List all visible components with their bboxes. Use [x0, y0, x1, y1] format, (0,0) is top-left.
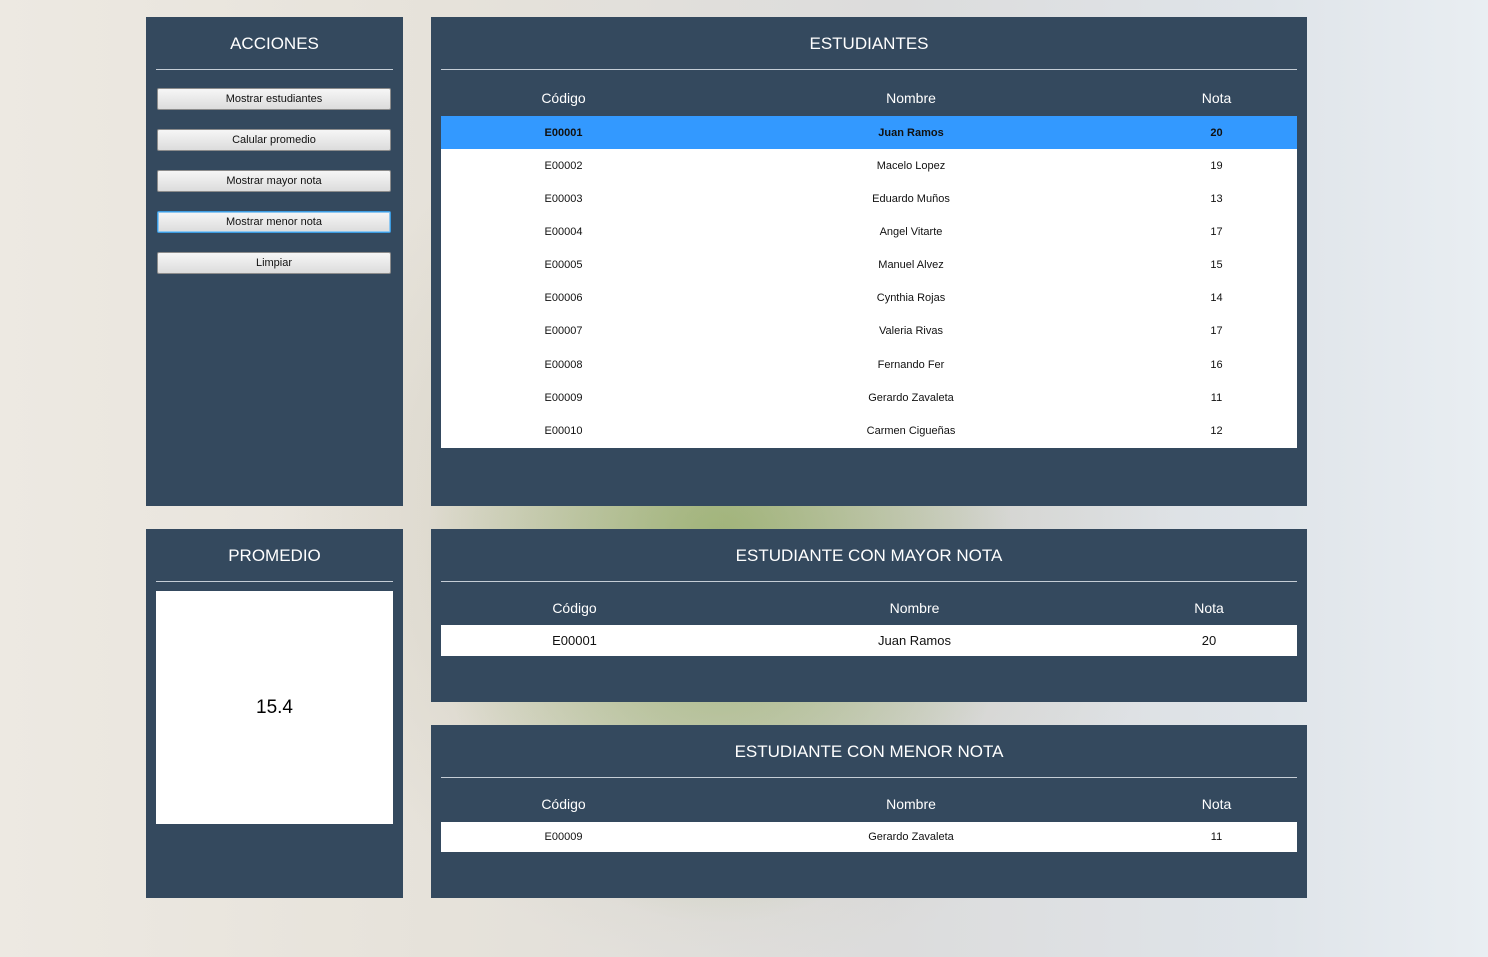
average-value: 15.4	[156, 591, 393, 824]
cell-nota: 16	[1210, 358, 1223, 371]
lowest-grade-panel: ESTUDIANTE CON MENOR NOTA Código Nombre …	[431, 725, 1307, 898]
table-row[interactable]: E00009 Gerardo Zavaleta 11	[441, 822, 1297, 852]
average-divider	[156, 581, 393, 582]
table-row[interactable]: E00009 Gerardo Zavaleta 11	[441, 381, 1297, 414]
cell-nombre: Gerardo Zavaleta	[868, 831, 954, 843]
average-title: PROMEDIO	[228, 546, 321, 565]
cell-nombre: Cynthia Rojas	[876, 291, 946, 304]
cell-nombre: Manuel Alvez	[878, 258, 944, 271]
cell-nota: 14	[1210, 291, 1223, 304]
show-highest-grade-button[interactable]: Mostrar mayor nota	[157, 170, 391, 192]
cell-nombre: Macelo Lopez	[876, 159, 946, 172]
cell-codigo: E00009	[544, 831, 583, 843]
cell-nombre: Fernando Fer	[877, 358, 945, 371]
cell-nombre: Valeria Rivas	[879, 325, 943, 337]
table-row[interactable]: E00008 Fernando Fer 16	[441, 348, 1297, 381]
highest-grade-table-header: Código Nombre Nota	[441, 600, 1297, 616]
cell-codigo: E00010	[544, 425, 583, 437]
cell-nota: 17	[1210, 325, 1223, 337]
cell-nota: 12	[1210, 425, 1223, 437]
cell-nota: 20	[1201, 633, 1217, 648]
cell-nombre: Juan Ramos	[878, 126, 944, 139]
students-divider	[441, 69, 1297, 70]
cell-codigo: E00001	[552, 633, 597, 648]
cell-codigo: E00001	[544, 126, 583, 139]
cell-nombre: Angel Vitarte	[879, 225, 943, 238]
column-header-codigo[interactable]: Código	[441, 600, 708, 616]
cell-codigo: E00008	[544, 358, 583, 371]
lowest-grade-divider	[441, 777, 1297, 778]
cell-nombre: Juan Ramos	[878, 633, 951, 648]
table-row[interactable]: E00006 Cynthia Rojas 14	[441, 281, 1297, 314]
cell-codigo: E00007	[544, 325, 583, 337]
table-row[interactable]: E00005 Manuel Alvez 15	[441, 248, 1297, 281]
column-header-nota[interactable]: Nota	[1136, 796, 1297, 812]
cell-nota: 19	[1210, 159, 1223, 172]
average-panel: PROMEDIO 15.4	[146, 529, 403, 898]
show-lowest-grade-button[interactable]: Mostrar menor nota	[157, 211, 391, 233]
table-row[interactable]: E00010 Carmen Cigueñas 12	[441, 414, 1297, 448]
students-table-header: Código Nombre Nota	[441, 90, 1297, 106]
show-students-button[interactable]: Mostrar estudiantes	[157, 88, 391, 110]
highest-grade-title: ESTUDIANTE CON MAYOR NOTA	[735, 546, 1003, 565]
cell-nombre: Eduardo Muños	[872, 192, 950, 205]
cell-codigo: E00006	[544, 291, 583, 304]
cell-nota: 13	[1210, 192, 1223, 205]
cell-codigo: E00003	[544, 192, 583, 205]
cell-nota: 20	[1210, 126, 1223, 139]
cell-nota: 17	[1210, 225, 1223, 238]
column-header-codigo[interactable]: Código	[441, 796, 686, 812]
acciones-panel: ACCIONES Mostrar estudiantes Calular pro…	[146, 17, 403, 506]
lowest-grade-title: ESTUDIANTE CON MENOR NOTA	[734, 742, 1004, 761]
cell-nota: 15	[1210, 258, 1223, 271]
table-row[interactable]: E00001 Juan Ramos 20	[441, 625, 1297, 656]
lowest-grade-table-body: E00009 Gerardo Zavaleta 11	[441, 822, 1297, 852]
cell-codigo: E00004	[544, 225, 583, 238]
table-row[interactable]: E00003 Eduardo Muños 13	[441, 182, 1297, 215]
table-row[interactable]: E00002 Macelo Lopez 19	[441, 149, 1297, 182]
cell-nombre: Gerardo Zavaleta	[868, 391, 954, 404]
cell-nombre: Carmen Cigueñas	[866, 425, 956, 437]
lowest-grade-table-header: Código Nombre Nota	[441, 796, 1297, 812]
students-table-body: E00001 Juan Ramos 20 E00002 Macelo Lopez…	[441, 116, 1297, 448]
cell-nota: 11	[1210, 391, 1223, 404]
column-header-nombre[interactable]: Nombre	[686, 796, 1136, 812]
cell-codigo: E00002	[544, 159, 583, 172]
table-row[interactable]: E00007 Valeria Rivas 17	[441, 314, 1297, 348]
column-header-nota[interactable]: Nota	[1121, 600, 1297, 616]
highest-grade-divider	[441, 581, 1297, 582]
students-panel: ESTUDIANTES Código Nombre Nota E00001 Ju…	[431, 17, 1307, 506]
cell-codigo: E00009	[544, 391, 583, 404]
cell-nota: 11	[1210, 831, 1223, 843]
column-header-nombre[interactable]: Nombre	[708, 600, 1121, 616]
acciones-title: ACCIONES	[230, 34, 319, 53]
cell-codigo: E00005	[544, 258, 583, 271]
column-header-nombre[interactable]: Nombre	[686, 90, 1136, 106]
calculate-average-button[interactable]: Calular promedio	[157, 129, 391, 151]
clear-button[interactable]: Limpiar	[157, 252, 391, 274]
table-row[interactable]: E00004 Angel Vitarte 17	[441, 215, 1297, 248]
students-title: ESTUDIANTES	[809, 34, 929, 53]
highest-grade-panel: ESTUDIANTE CON MAYOR NOTA Código Nombre …	[431, 529, 1307, 702]
column-header-codigo[interactable]: Código	[441, 90, 686, 106]
table-row[interactable]: E00001 Juan Ramos 20	[441, 116, 1297, 149]
acciones-divider	[156, 69, 393, 70]
highest-grade-table-body: E00001 Juan Ramos 20	[441, 625, 1297, 656]
column-header-nota[interactable]: Nota	[1136, 90, 1297, 106]
